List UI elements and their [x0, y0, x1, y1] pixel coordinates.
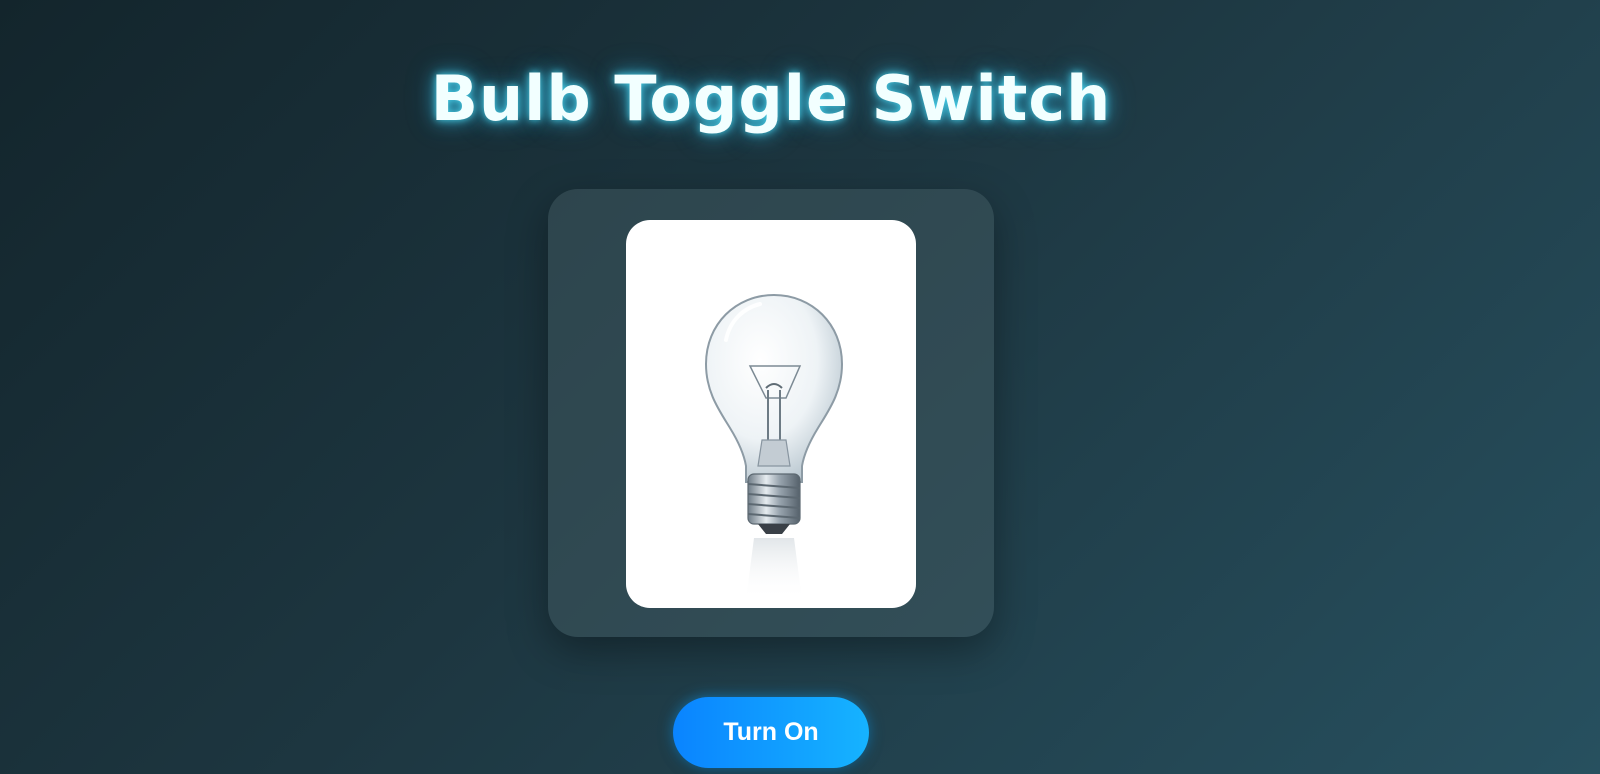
- light-bulb-icon: [704, 293, 844, 600]
- page-title: Bulb Toggle Switch: [430, 62, 1112, 135]
- bulb-card: [548, 189, 994, 637]
- bulb-image-frame: [626, 220, 916, 608]
- toggle-light-button[interactable]: Turn On: [673, 697, 869, 768]
